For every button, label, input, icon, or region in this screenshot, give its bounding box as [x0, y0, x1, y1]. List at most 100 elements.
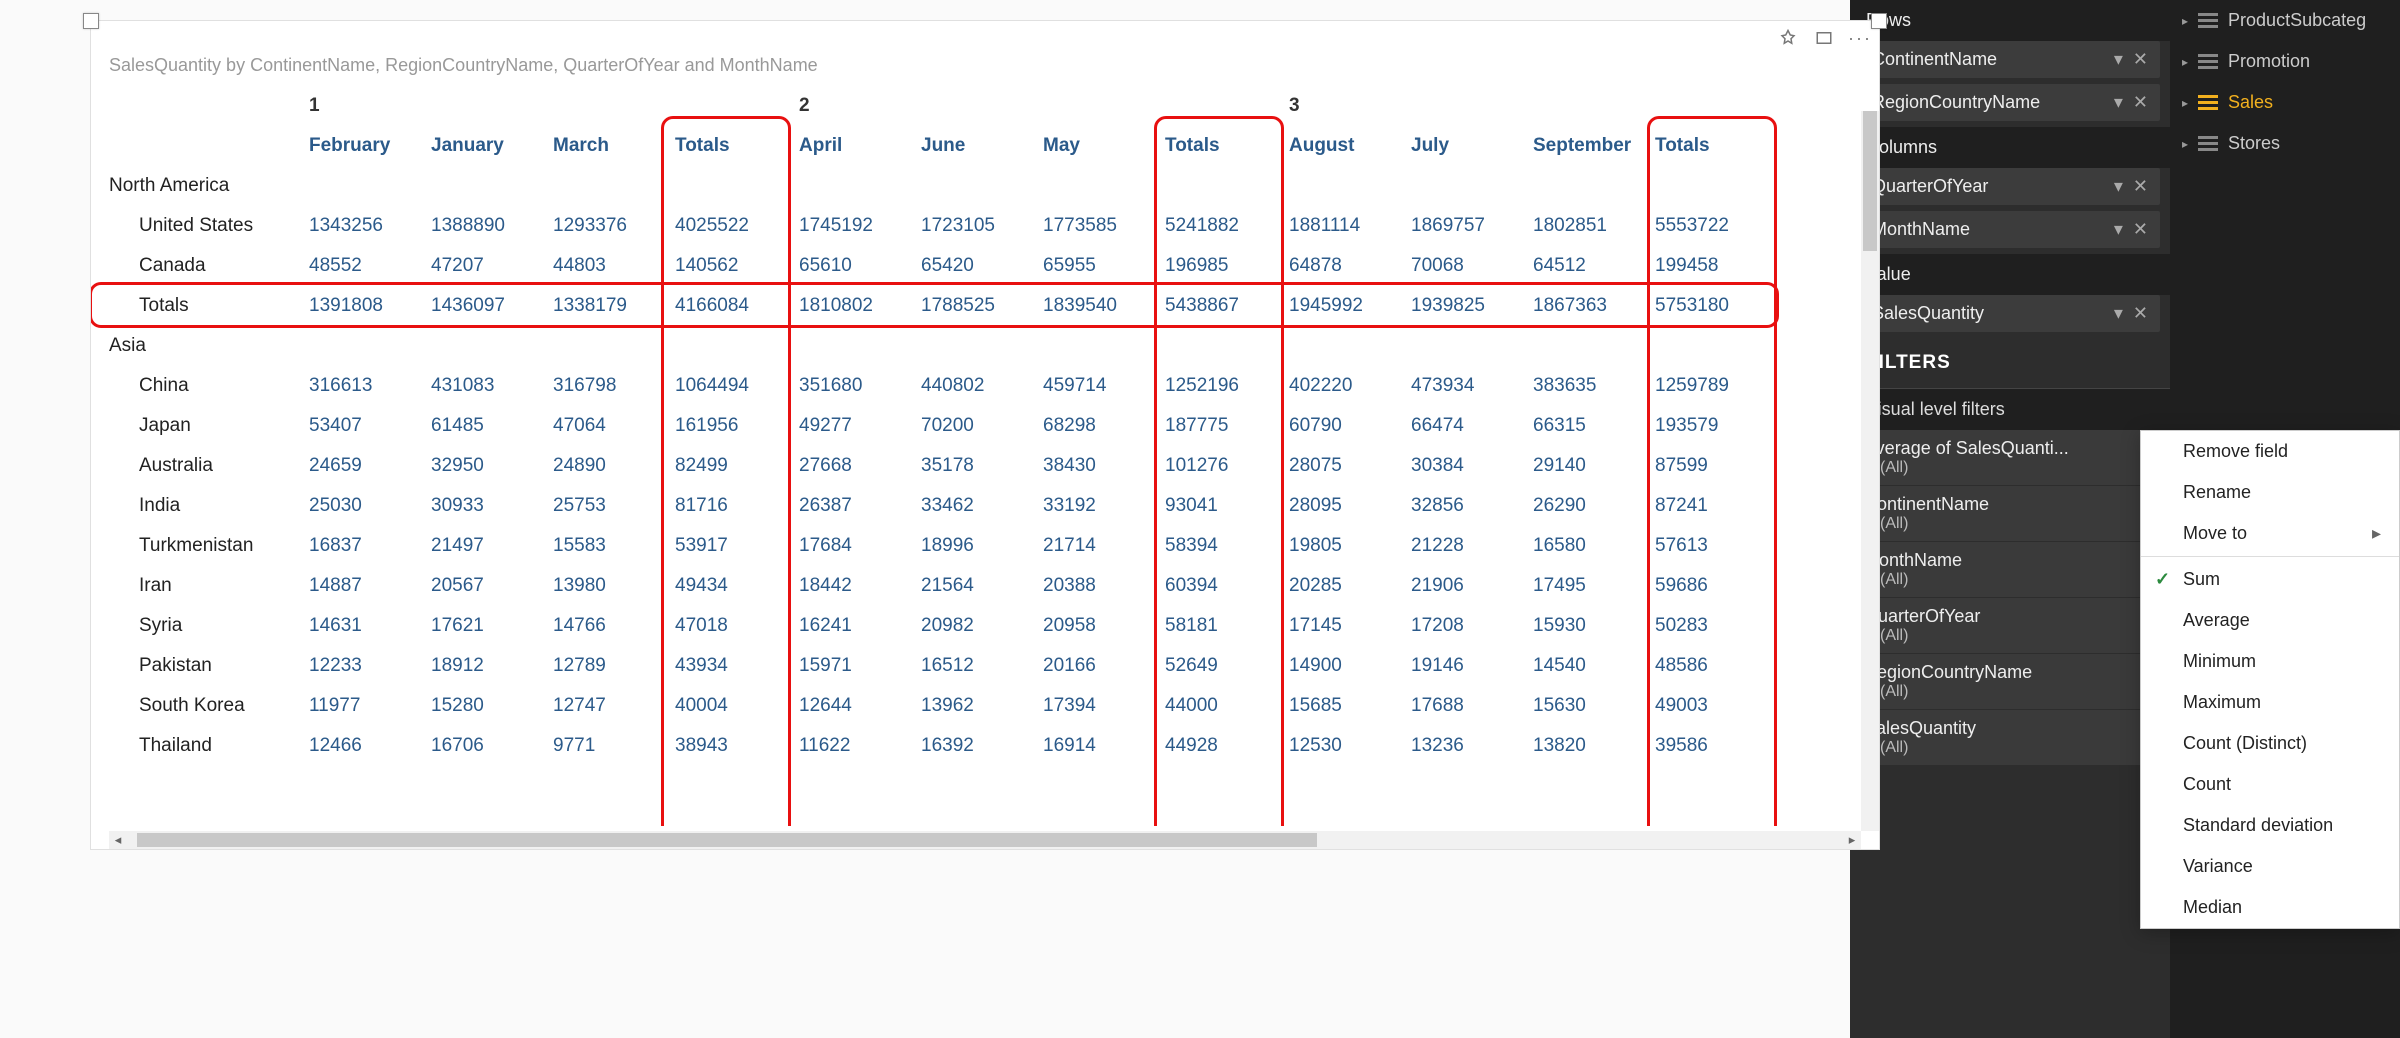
table-row[interactable]: South Korea11977152801274740004126441396…	[109, 686, 1779, 726]
cell-value: 14540	[1533, 646, 1655, 686]
continent-label[interactable]: Asia	[109, 326, 1779, 366]
aggregation-context-menu[interactable]: Remove field Rename Move to▸ SumAverageM…	[2140, 430, 2400, 929]
cell-totals: 93041	[1165, 486, 1289, 526]
filter-item[interactable]: ⌄Average of SalesQuanti...is (All)	[1850, 430, 2170, 486]
chevron-down-icon[interactable]: ▾	[2114, 219, 2123, 240]
filter-item[interactable]: ⌄ContinentNameis (All)	[1850, 486, 2170, 542]
expand-arrow-icon[interactable]: ▸	[2182, 55, 2188, 69]
field-pill-monthname[interactable]: MonthName ▾✕	[1860, 211, 2160, 248]
matrix-visual-card[interactable]: ··· SalesQuantity by ContinentName, Regi…	[90, 20, 1880, 850]
filter-item[interactable]: ⌄MonthNameis (All)	[1850, 542, 2170, 598]
fields-table-item[interactable]: ▸ ProductSubcateg	[2170, 0, 2400, 41]
field-pill-continentname[interactable]: ContinentName ▾✕	[1860, 41, 2160, 78]
table-row[interactable]: Japan53407614854706416195649277702006829…	[109, 406, 1779, 446]
remove-field-icon[interactable]: ✕	[2133, 303, 2148, 324]
cell-value: 12644	[799, 686, 921, 726]
more-options-icon[interactable]: ···	[1851, 29, 1869, 47]
continent-label[interactable]: North America	[109, 166, 1779, 206]
row-label: India	[109, 486, 309, 526]
column-header[interactable]: June	[921, 126, 1043, 166]
column-header[interactable]: September	[1533, 126, 1655, 166]
field-pill-label: RegionCountryName	[1872, 92, 2040, 113]
cell-value: 68298	[1043, 406, 1165, 446]
column-header-totals[interactable]: Totals	[1655, 126, 1779, 166]
expand-arrow-icon[interactable]: ▸	[2182, 137, 2188, 151]
menu-item-aggregation[interactable]: Variance	[2141, 846, 2399, 887]
table-row[interactable]: Iran148872056713980494341844221564203886…	[109, 566, 1779, 606]
pin-icon[interactable]	[1779, 29, 1797, 47]
scroll-right-arrow[interactable]: ▸	[1843, 831, 1861, 849]
expand-arrow-icon[interactable]: ▸	[2182, 96, 2188, 110]
field-pill-salesquantity[interactable]: SalesQuantity ▾✕	[1860, 295, 2160, 332]
column-header[interactable]: January	[431, 126, 553, 166]
resize-handle-nw[interactable]	[83, 13, 99, 29]
remove-field-icon[interactable]: ✕	[2133, 176, 2148, 197]
chevron-down-icon[interactable]: ▾	[2114, 176, 2123, 197]
menu-item-remove-field[interactable]: Remove field	[2141, 431, 2399, 472]
chevron-down-icon[interactable]: ▾	[2114, 49, 2123, 70]
column-header-totals[interactable]: Totals	[1165, 126, 1289, 166]
cell-value: 1881114	[1289, 206, 1411, 246]
filter-item[interactable]: ⌄SalesQuantityis (All)	[1850, 710, 2170, 766]
table-row[interactable]: Turkmenistan1683721497155835391717684189…	[109, 526, 1779, 566]
horizontal-scrollbar[interactable]: ◂ ▸	[109, 831, 1861, 849]
scroll-left-arrow[interactable]: ◂	[109, 831, 127, 849]
column-header[interactable]: April	[799, 126, 921, 166]
table-row[interactable]: United States134325613888901293376402552…	[109, 206, 1779, 246]
fields-table-item[interactable]: ▸Sales	[2170, 82, 2400, 123]
cell-value: 1869757	[1411, 206, 1533, 246]
filter-state: is (All)	[1864, 739, 2156, 757]
cell-value: 17688	[1411, 686, 1533, 726]
cell-totals: 1252196	[1165, 366, 1289, 406]
field-pill-quarterofyear[interactable]: QuarterOfYear ▾✕	[1860, 168, 2160, 205]
quarter-header[interactable]: 1	[309, 86, 799, 126]
fields-table-item[interactable]: ▸Stores	[2170, 123, 2400, 164]
cell-value: 11622	[799, 726, 921, 766]
column-header[interactable]: August	[1289, 126, 1411, 166]
table-row[interactable]: Canada4855247207448031405626561065420659…	[109, 246, 1779, 286]
menu-item-aggregation[interactable]: Count	[2141, 764, 2399, 805]
menu-item-aggregation[interactable]: Sum	[2141, 559, 2399, 600]
menu-item-rename[interactable]: Rename	[2141, 472, 2399, 513]
remove-field-icon[interactable]: ✕	[2133, 219, 2148, 240]
filter-item[interactable]: ⌄QuarterOfYearis (All)	[1850, 598, 2170, 654]
field-pill-regioncountryname[interactable]: RegionCountryName ▾ ✕	[1860, 84, 2160, 121]
chevron-down-icon[interactable]: ▾	[2114, 92, 2123, 113]
table-row[interactable]: Pakistan12233189121278943934159711651220…	[109, 646, 1779, 686]
column-header-totals[interactable]: Totals	[675, 126, 799, 166]
cell-value: 17394	[1043, 686, 1165, 726]
remove-field-icon[interactable]: ✕	[2133, 92, 2148, 113]
column-header[interactable]: February	[309, 126, 431, 166]
quarter-header[interactable]: 2	[799, 86, 1289, 126]
table-row[interactable]: Australia2465932950248908249927668351783…	[109, 446, 1779, 486]
cell-totals: 44928	[1165, 726, 1289, 766]
column-header[interactable]: March	[553, 126, 675, 166]
cell-value: 20285	[1289, 566, 1411, 606]
resize-handle-ne[interactable]	[1871, 13, 1887, 29]
vertical-scrollbar[interactable]	[1861, 111, 1879, 831]
menu-item-move-to[interactable]: Move to▸	[2141, 513, 2399, 554]
table-row[interactable]: India25030309332575381716263873346233192…	[109, 486, 1779, 526]
fields-table-label: ProductSubcateg	[2228, 10, 2366, 31]
cell-value: 14887	[309, 566, 431, 606]
filter-item[interactable]: ⌄RegionCountryNameis (All)	[1850, 654, 2170, 710]
cell-value: 21714	[1043, 526, 1165, 566]
table-row[interactable]: China31661343108331679810644943516804408…	[109, 366, 1779, 406]
menu-item-aggregation[interactable]: Count (Distinct)	[2141, 723, 2399, 764]
quarter-header[interactable]: 3	[1289, 86, 1779, 126]
expand-arrow-icon[interactable]: ▸	[2182, 14, 2188, 28]
fields-table-item[interactable]: ▸Promotion	[2170, 41, 2400, 82]
column-header[interactable]: May	[1043, 126, 1165, 166]
table-row[interactable]: Thailand12466167069771389431162216392169…	[109, 726, 1779, 766]
menu-item-aggregation[interactable]: Median	[2141, 887, 2399, 928]
menu-item-aggregation[interactable]: Standard deviation	[2141, 805, 2399, 846]
table-row[interactable]: Syria14631176211476647018162412098220958…	[109, 606, 1779, 646]
chevron-down-icon[interactable]: ▾	[2114, 303, 2123, 324]
menu-item-aggregation[interactable]: Minimum	[2141, 641, 2399, 682]
group-totals-row[interactable]: Totals1391808143609713381794166084181080…	[109, 286, 1779, 326]
focus-mode-icon[interactable]	[1815, 29, 1833, 47]
column-header[interactable]: July	[1411, 126, 1533, 166]
menu-item-aggregation[interactable]: Average	[2141, 600, 2399, 641]
menu-item-aggregation[interactable]: Maximum	[2141, 682, 2399, 723]
remove-field-icon[interactable]: ✕	[2133, 49, 2148, 70]
